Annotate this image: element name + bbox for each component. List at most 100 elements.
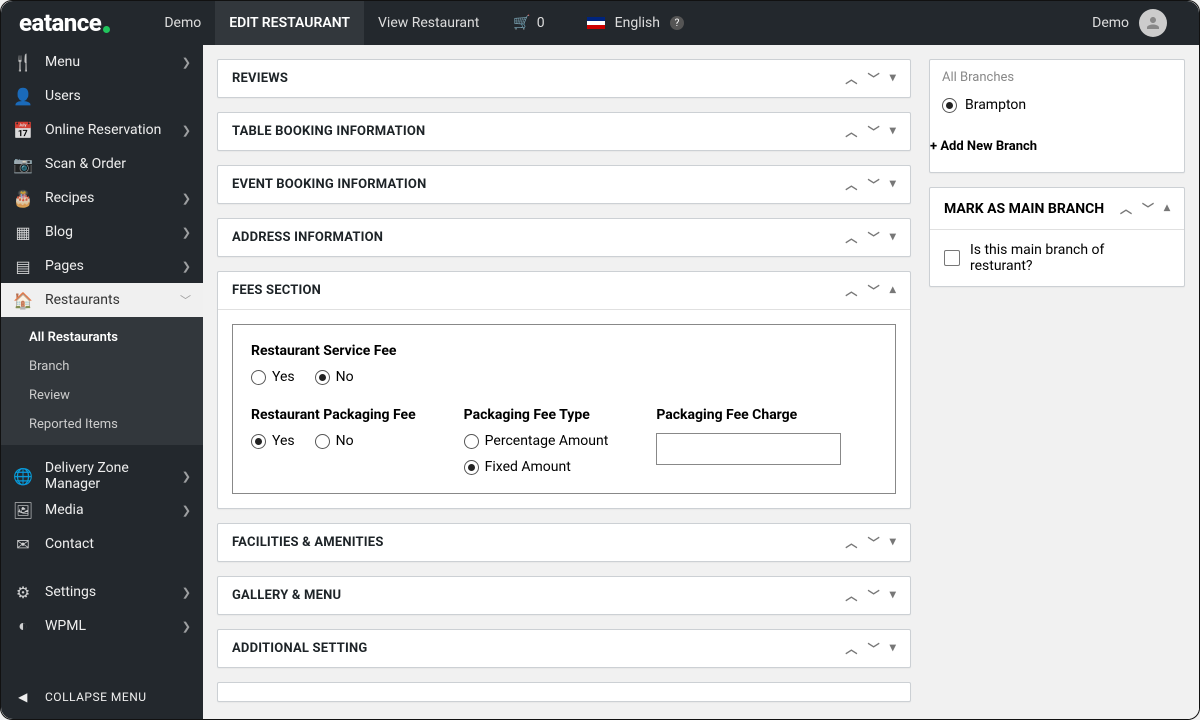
- menu-icon: 👤: [13, 87, 33, 106]
- chevron-right-icon: ❯: [182, 124, 191, 137]
- chevron-up-icon[interactable]: ︿: [845, 282, 857, 299]
- sidebar-sub-all-restaurants[interactable]: All Restaurants: [1, 323, 203, 352]
- chevron-up-icon[interactable]: ︿: [845, 123, 857, 140]
- sidebar-item-label: Blog: [45, 224, 73, 240]
- sidebar-item-pages[interactable]: ▤Pages❯: [1, 249, 203, 283]
- packaging-type-fixed[interactable]: Fixed Amount: [464, 459, 609, 475]
- lang-switcher[interactable]: English ?: [559, 1, 698, 45]
- chevron-down-icon[interactable]: ﹀: [868, 587, 880, 604]
- main-branch-checkbox[interactable]: [944, 250, 960, 266]
- sidebar-item-delivery-zone-manager[interactable]: 🌐Delivery Zone Manager❯: [1, 459, 203, 493]
- chevron-down-icon[interactable]: ﹀: [868, 123, 880, 140]
- panel-additional[interactable]: ADDITIONAL SETTING︿﹀▾: [217, 629, 911, 668]
- chevron-up-icon[interactable]: ︿: [845, 176, 857, 193]
- user-menu[interactable]: Demo: [1078, 1, 1181, 45]
- sidebar-sub-review[interactable]: Review: [1, 381, 203, 410]
- caret-up-icon[interactable]: ▴: [1164, 200, 1170, 217]
- menu-icon: ⚙: [13, 583, 33, 602]
- packaging-fee-label: Restaurant Packaging Fee: [251, 407, 416, 423]
- chevron-right-icon: ❯: [182, 56, 191, 69]
- packaging-charge-label: Packaging Fee Charge: [656, 407, 841, 423]
- sidebar-item-label: Settings: [45, 584, 96, 600]
- menu-icon: 🖼: [13, 501, 33, 520]
- chevron-up-icon[interactable]: ︿: [845, 534, 857, 551]
- sidebar-item-scan-order[interactable]: 📷Scan & Order: [1, 147, 203, 181]
- chevron-up-icon[interactable]: ︿: [845, 229, 857, 246]
- branch-item-brampton[interactable]: Brampton: [942, 93, 1172, 117]
- sidebar-item-recipes[interactable]: 🎂Recipes❯: [1, 181, 203, 215]
- chevron-up-icon[interactable]: ︿: [845, 640, 857, 657]
- panel-reviews[interactable]: REVIEWS︿﹀▾: [217, 59, 911, 98]
- main-branch-label: Is this main branch of resturant?: [970, 242, 1170, 274]
- sidebar-item-label: Media: [45, 502, 84, 518]
- sidebar-item-blog[interactable]: ▦Blog❯: [1, 215, 203, 249]
- cart-icon: 🛒: [513, 15, 530, 31]
- panel-event-booking[interactable]: EVENT BOOKING INFORMATION︿﹀▾: [217, 165, 911, 204]
- chevron-down-icon[interactable]: ﹀: [868, 176, 880, 193]
- menu-icon: ◐: [13, 616, 33, 636]
- packaging-fee-yes[interactable]: Yes: [251, 433, 295, 449]
- sidebar-sub-branch[interactable]: Branch: [1, 352, 203, 381]
- caret-down-icon[interactable]: ▾: [890, 640, 896, 657]
- caret-down-icon[interactable]: ▾: [890, 176, 896, 193]
- sidebar-sub-reported-items[interactable]: Reported Items: [1, 410, 203, 439]
- caret-down-icon[interactable]: ▾: [890, 587, 896, 604]
- menu-icon: 🍴: [13, 53, 33, 72]
- nav-edit-restaurant[interactable]: EDIT RESTAURANT: [215, 1, 364, 45]
- panel-table-booking[interactable]: TABLE BOOKING INFORMATION︿﹀▾: [217, 112, 911, 151]
- sidebar-item-restaurants[interactable]: 🏠Restaurants﹀: [1, 283, 203, 317]
- nav-demo[interactable]: Demo: [150, 1, 215, 45]
- flag-icon: [587, 17, 605, 29]
- sidebar-item-settings[interactable]: ⚙ Settings ❯: [1, 575, 203, 609]
- chevron-down-icon[interactable]: ﹀: [868, 229, 880, 246]
- caret-down-icon[interactable]: ▾: [890, 70, 896, 87]
- nav-view-restaurant[interactable]: View Restaurant: [364, 1, 493, 45]
- chevron-up-icon[interactable]: ︿: [845, 70, 857, 87]
- radio-icon: [942, 98, 957, 113]
- sidebar-item-menu[interactable]: 🍴Menu❯: [1, 45, 203, 79]
- caret-down-icon[interactable]: ▾: [890, 534, 896, 551]
- chevron-down-icon[interactable]: ﹀: [868, 282, 880, 299]
- chevron-down-icon[interactable]: ﹀: [868, 70, 880, 87]
- caret-up-icon[interactable]: ▴: [890, 282, 896, 299]
- chevron-right-icon: ❯: [182, 504, 191, 517]
- service-fee-yes[interactable]: Yes: [251, 369, 295, 385]
- packaging-charge-input[interactable]: [656, 433, 841, 465]
- service-fee-no[interactable]: No: [315, 369, 354, 385]
- sidebar-item-label: Recipes: [45, 190, 94, 206]
- chevron-right-icon: ❯: [182, 586, 191, 599]
- sidebar-item-users[interactable]: 👤Users: [1, 79, 203, 113]
- chevron-right-icon: ❯: [182, 620, 191, 633]
- chevron-right-icon: ❯: [182, 260, 191, 273]
- caret-down-icon[interactable]: ▾: [890, 123, 896, 140]
- panel-fees-header[interactable]: FEES SECTION︿﹀▴: [218, 272, 910, 309]
- all-branches-label: All Branches: [942, 70, 1172, 85]
- panel-facilities[interactable]: FACILITIES & AMENITIES︿﹀▾: [217, 523, 911, 562]
- sidebar-item-label: WPML: [45, 618, 86, 634]
- chevron-down-icon[interactable]: ﹀: [868, 640, 880, 657]
- panel-fees: FEES SECTION︿﹀▴ Restaurant Service Fee Y…: [217, 271, 911, 509]
- help-icon[interactable]: ?: [670, 16, 684, 30]
- chevron-up-icon[interactable]: ︿: [1120, 200, 1132, 217]
- sidebar-item-online-reservation[interactable]: 📅Online Reservation❯: [1, 113, 203, 147]
- collapse-menu[interactable]: ◀ COLLAPSE MENU: [1, 675, 203, 719]
- collapse-icon: ◀: [13, 690, 33, 704]
- sidebar-item-contact[interactable]: ✉Contact: [1, 527, 203, 561]
- chevron-up-icon[interactable]: ︿: [845, 587, 857, 604]
- cart-link[interactable]: 🛒 0: [499, 1, 558, 45]
- caret-down-icon[interactable]: ▾: [890, 229, 896, 246]
- menu-icon: 🎂: [13, 189, 33, 208]
- add-branch-button[interactable]: + Add New Branch: [930, 127, 1184, 166]
- packaging-type-percentage[interactable]: Percentage Amount: [464, 433, 609, 449]
- sidebar-item-media[interactable]: 🖼 Media ❯: [1, 493, 203, 527]
- sidebar-item-wpml[interactable]: ◐ WPML ❯: [1, 609, 203, 643]
- packaging-fee-no[interactable]: No: [315, 433, 354, 449]
- panel-address[interactable]: ADDRESS INFORMATION︿﹀▾: [217, 218, 911, 257]
- chevron-down-icon[interactable]: ﹀: [1142, 200, 1154, 217]
- panel-gallery[interactable]: GALLERY & MENU︿﹀▾: [217, 576, 911, 615]
- top-bar: eatance Demo EDIT RESTAURANT View Restau…: [1, 1, 1199, 45]
- panel-branches: All Branches Brampton + Add New Branch: [929, 59, 1185, 173]
- panel-overflow[interactable]: [217, 682, 911, 702]
- mark-main-header[interactable]: MARK AS MAIN BRANCH︿﹀▴: [930, 188, 1184, 229]
- chevron-down-icon[interactable]: ﹀: [868, 534, 880, 551]
